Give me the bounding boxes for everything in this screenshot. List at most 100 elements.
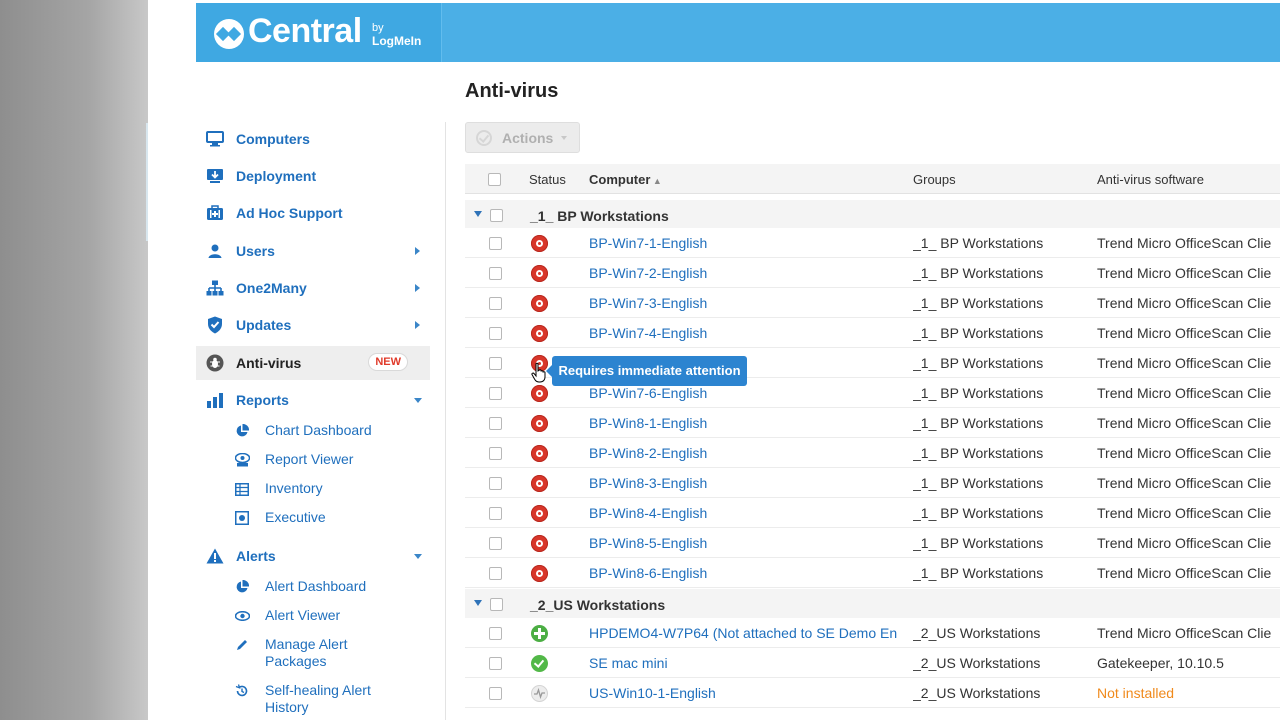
row-checkbox[interactable] [489, 567, 502, 580]
row-checkbox[interactable] [489, 687, 502, 700]
group-cell: _1_ BP Workstations [913, 445, 1044, 461]
caret-down-icon [561, 135, 568, 140]
antivirus-cell: Trend Micro OfficeScan Clie [1097, 265, 1272, 281]
row-checkbox[interactable] [489, 537, 502, 550]
row-checkbox[interactable] [489, 657, 502, 670]
table-row[interactable]: BP-Win8-6-English _1_ BP Workstations Tr… [465, 558, 1280, 588]
row-checkbox[interactable] [489, 357, 502, 370]
computer-link[interactable]: BP-Win8-5-English [589, 535, 909, 551]
row-checkbox[interactable] [489, 477, 502, 490]
pulse-status-icon[interactable] [531, 685, 548, 702]
group-checkbox[interactable] [490, 598, 503, 611]
alert-status-icon[interactable] [531, 385, 548, 402]
table-row[interactable]: HPDEMO4-W7P64 (Not attached to SE Demo E… [465, 618, 1280, 648]
sidebar-item-updates[interactable]: Updates [196, 308, 430, 342]
sidebar-item-ad-hoc-support[interactable]: Ad Hoc Support [196, 196, 430, 230]
computer-link[interactable]: BP-Win7-3-English [589, 295, 909, 311]
computer-link[interactable]: BP-Win7-2-English [589, 265, 909, 281]
sidebar-subitem-manage-alert-packages[interactable]: Manage Alert Packages [196, 636, 430, 670]
computer-link[interactable]: SE mac mini [589, 655, 909, 671]
sidebar-item-alerts[interactable]: Alerts [196, 539, 430, 573]
antivirus-cell: Trend Micro OfficeScan Clie [1097, 535, 1272, 551]
brand-by: by [372, 22, 384, 34]
computer-link[interactable]: BP-Win7-4-English [589, 325, 909, 341]
collapse-triangle-icon[interactable] [474, 211, 482, 217]
row-checkbox[interactable] [489, 267, 502, 280]
sidebar-item-reports[interactable]: Reports [196, 383, 430, 417]
ok-status-icon[interactable] [531, 655, 548, 672]
row-checkbox[interactable] [489, 447, 502, 460]
sidebar-subitem-alert-dashboard[interactable]: Alert Dashboard [196, 578, 430, 595]
alert-status-icon[interactable] [531, 295, 548, 312]
alert-status-icon[interactable] [531, 265, 548, 282]
table-row[interactable]: BP-Win7-4-English _1_ BP Workstations Tr… [465, 318, 1280, 348]
table-row[interactable]: BP-Win8-1-English _1_ BP Workstations Tr… [465, 408, 1280, 438]
select-all-checkbox[interactable] [488, 173, 501, 186]
alert-status-icon[interactable] [531, 505, 548, 522]
table-row[interactable]: BP-Win7-1-English _1_ BP Workstations Tr… [465, 228, 1280, 258]
alert-status-icon[interactable] [531, 325, 548, 342]
computer-link[interactable]: BP-Win8-1-English [589, 415, 909, 431]
computer-link[interactable]: BP-Win7-6-English [589, 385, 909, 401]
sidebar-subitem-chart-dashboard[interactable]: Chart Dashboard [196, 422, 430, 439]
download-icon [205, 166, 225, 186]
table-row[interactable]: SE mac mini _2_US Workstations Gatekeepe… [465, 648, 1280, 678]
group-cell: _1_ BP Workstations [913, 265, 1044, 281]
sidebar-subitem-self-healing-alert-history[interactable]: Self-healing Alert History [196, 682, 430, 716]
table-row[interactable]: BP-Win8-2-English _1_ BP Workstations Tr… [465, 438, 1280, 468]
sidebar-item-deployment[interactable]: Deployment [196, 159, 430, 193]
table-row[interactable]: BP-Win8-4-English _1_ BP Workstations Tr… [465, 498, 1280, 528]
sidebar-item-label: Computers [236, 131, 310, 147]
sidebar-item-computers[interactable]: Computers [196, 122, 430, 156]
group-header-row[interactable]: _1_ BP Workstations [465, 200, 1280, 230]
row-checkbox[interactable] [489, 627, 502, 640]
table-row[interactable]: BP-Win8-3-English _1_ BP Workstations Tr… [465, 468, 1280, 498]
sidebar-subitem-inventory[interactable]: Inventory [196, 480, 430, 497]
sidebar-subitem-report-viewer[interactable]: Report Viewer [196, 451, 430, 468]
column-header-antivirus[interactable]: Anti-virus software [1097, 172, 1204, 187]
computer-link[interactable]: BP-Win8-3-English [589, 475, 909, 491]
sidebar-item-users[interactable]: Users [196, 234, 430, 268]
collapse-triangle-icon[interactable] [474, 600, 482, 606]
actions-button[interactable]: Actions [465, 122, 580, 153]
antivirus-cell: Trend Micro OfficeScan Clie [1097, 505, 1272, 521]
row-checkbox[interactable] [489, 507, 502, 520]
sidebar-subitem-label: Alert Dashboard [265, 578, 367, 594]
row-checkbox[interactable] [489, 417, 502, 430]
eye-icon [234, 608, 250, 624]
antivirus-cell: Trend Micro OfficeScan Clie [1097, 325, 1272, 341]
table-row[interactable]: BP-Win8-5-English _1_ BP Workstations Tr… [465, 528, 1280, 558]
alert-status-icon[interactable] [531, 565, 548, 582]
alert-status-icon[interactable] [531, 535, 548, 552]
alert-status-icon[interactable] [531, 235, 548, 252]
computer-link[interactable]: BP-Win8-4-English [589, 505, 909, 521]
computer-link[interactable]: BP-Win7-1-English [589, 235, 909, 251]
sidebar-subitem-alert-viewer[interactable]: Alert Viewer [196, 607, 430, 624]
column-header-groups[interactable]: Groups [913, 172, 956, 187]
sidebar-item-one2many[interactable]: One2Many [196, 271, 430, 305]
group-header-row[interactable]: _2_US Workstations [465, 589, 1280, 619]
row-checkbox[interactable] [489, 387, 502, 400]
plus-status-icon[interactable] [531, 625, 548, 642]
group-checkbox[interactable] [490, 209, 503, 222]
row-checkbox[interactable] [489, 327, 502, 340]
row-checkbox[interactable] [489, 297, 502, 310]
table-row[interactable]: US-Win10-1-English _2_US Workstations No… [465, 678, 1280, 708]
row-checkbox[interactable] [489, 237, 502, 250]
brand-logo[interactable]: Central by LogMeIn [196, 3, 442, 62]
pencil-icon [234, 637, 250, 653]
status-tooltip: Requires immediate attention [546, 356, 747, 386]
table-row[interactable]: BP-Win7-2-English _1_ BP Workstations Tr… [465, 258, 1280, 288]
column-header-status[interactable]: Status [529, 172, 566, 187]
computer-link[interactable]: BP-Win8-2-English [589, 445, 909, 461]
computer-link[interactable]: US-Win10-1-English [589, 685, 909, 701]
alert-status-icon[interactable] [531, 475, 548, 492]
column-header-computer[interactable]: Computer ▲ [589, 172, 662, 187]
computer-link[interactable]: HPDEMO4-W7P64 (Not attached to SE Demo E… [589, 625, 909, 641]
sidebar-item-anti-virus[interactable]: Anti-virus NEW [196, 346, 430, 380]
alert-status-icon[interactable] [531, 445, 548, 462]
table-row[interactable]: BP-Win7-3-English _1_ BP Workstations Tr… [465, 288, 1280, 318]
sidebar-subitem-executive[interactable]: Executive [196, 509, 430, 526]
computer-link[interactable]: BP-Win8-6-English [589, 565, 909, 581]
alert-status-icon[interactable] [531, 415, 548, 432]
